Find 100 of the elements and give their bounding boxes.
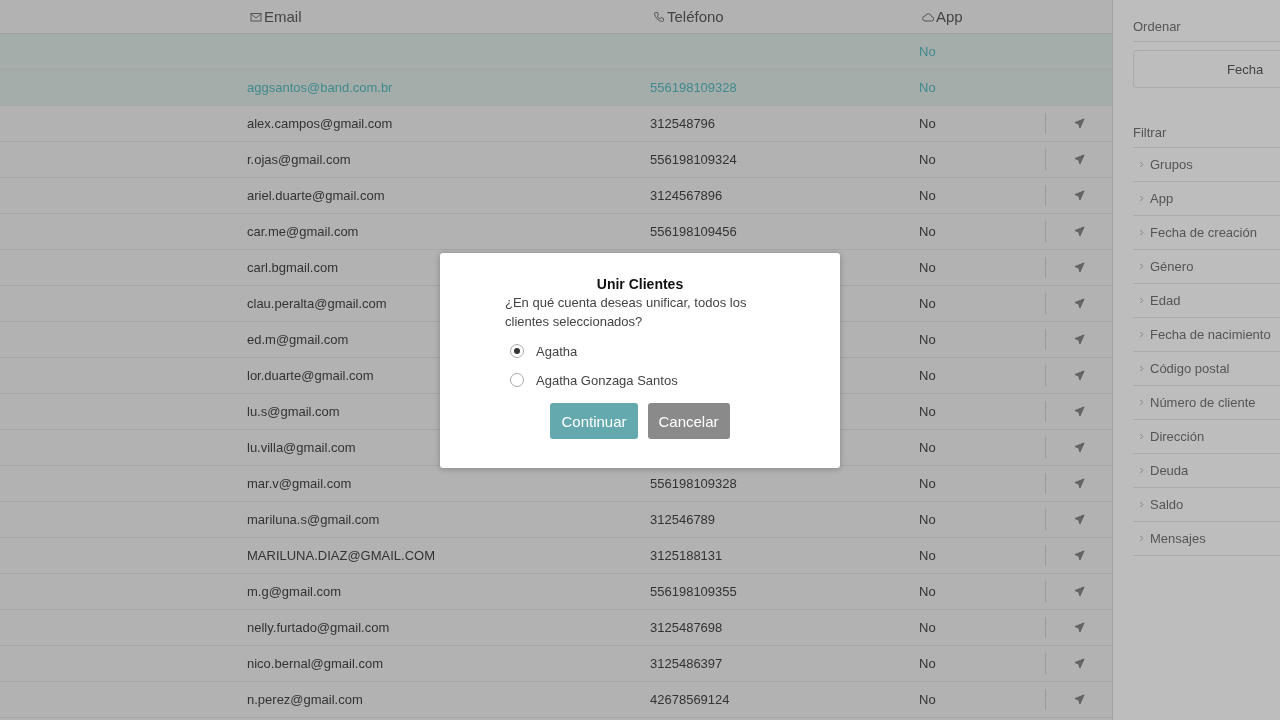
phone-cell: 556198109328 <box>650 476 737 491</box>
send-icon[interactable] <box>1073 226 1085 237</box>
send-icon[interactable] <box>1073 406 1085 417</box>
app-cell: No <box>919 296 936 311</box>
email-cell: m.g@gmail.com <box>247 584 342 599</box>
send-icon[interactable] <box>1073 658 1085 669</box>
filter-item[interactable]: Saldo <box>1150 497 1184 512</box>
dialog-message: ¿En qué cuenta deseas unificar, todos los clientes seleccionados? <box>505 294 748 331</box>
table-row[interactable]: MARILUNA.DIAZ@GMAIL.COM 3125188131 No <box>0 538 1112 574</box>
email-cell: mariluna.s@gmail.com <box>247 512 380 527</box>
table-row[interactable]: r.ojas@gmail.com 556198109324 No <box>0 142 1112 178</box>
chevron-right-icon <box>1139 535 1144 542</box>
app-cell: No <box>919 44 936 59</box>
chevron-right-icon <box>1139 195 1144 202</box>
filter-item[interactable]: App <box>1150 191 1174 206</box>
email-cell: MARILUNA.DIAZ@GMAIL.COM <box>247 548 435 563</box>
email-cell: carl.bgmail.com <box>247 260 339 275</box>
chevron-right-icon <box>1139 467 1144 474</box>
send-icon[interactable] <box>1073 694 1085 705</box>
chevron-right-icon <box>1139 365 1144 372</box>
cloud-icon <box>922 10 934 23</box>
filter-item[interactable]: Fecha de nacimiento <box>1150 327 1271 342</box>
email-cell: alex.campos@gmail.com <box>247 116 393 131</box>
send-icon[interactable] <box>1073 370 1085 381</box>
filter-item[interactable]: Edad <box>1150 293 1181 308</box>
app-cell: No <box>919 368 936 383</box>
table-row[interactable]: nelly.furtado@gmail.com 3125487698 No <box>0 610 1112 646</box>
phone-cell: 556198109456 <box>650 224 737 239</box>
send-icon[interactable] <box>1073 334 1085 345</box>
table-row[interactable]: m.g@gmail.com 556198109355 No <box>0 574 1112 610</box>
phone-cell: 556198109328 <box>650 80 737 95</box>
table-row[interactable]: n.perez@gmail.com 42678569124 No <box>0 682 1112 718</box>
app-cell: No <box>919 152 936 167</box>
chevron-right-icon <box>1139 399 1144 406</box>
sort-dropdown[interactable]: Fecha <box>1133 50 1280 88</box>
filter-title: Filtrar <box>1133 88 1280 148</box>
send-icon[interactable] <box>1073 478 1085 489</box>
app-cell: No <box>919 620 936 635</box>
app-cell: No <box>919 188 936 203</box>
phone-cell: 3125486397 <box>650 656 723 671</box>
filter-item[interactable]: Número de cliente <box>1150 395 1256 410</box>
app-cell: No <box>919 440 936 455</box>
filter-item[interactable]: Mensajes <box>1150 531 1206 546</box>
email-cell: aggsantos@band.com.br <box>247 80 393 95</box>
column-header[interactable]: Teléfono <box>653 0 919 33</box>
email-cell: clau.peralta@gmail.com <box>247 296 387 311</box>
table-row[interactable]: mariluna.s@gmail.com 312546789 No <box>0 502 1112 538</box>
phone-cell: 556198109355 <box>650 584 737 599</box>
table-row[interactable]: alex.campos@gmail.com 312548796 No <box>0 106 1112 142</box>
app-cell: No <box>919 116 936 131</box>
mail-icon <box>250 10 262 23</box>
app-cell: No <box>919 404 936 419</box>
filter-item[interactable]: Género <box>1150 259 1194 274</box>
table-row[interactable]: ariel.duarte@gmail.com 3124567896 No <box>0 178 1112 214</box>
email-cell: ariel.duarte@gmail.com <box>247 188 385 203</box>
email-cell: r.ojas@gmail.com <box>247 152 351 167</box>
radio-label[interactable]: Agatha <box>536 343 578 359</box>
send-icon[interactable] <box>1073 442 1085 453</box>
send-icon[interactable] <box>1073 118 1085 129</box>
table-row[interactable]: nico.bernal@gmail.com 3125486397 No <box>0 646 1112 682</box>
filter-item[interactable]: Fecha de creación <box>1150 225 1257 240</box>
app-cell: No <box>919 656 936 671</box>
send-icon[interactable] <box>1073 514 1085 525</box>
app-cell: No <box>919 224 936 239</box>
continue-button[interactable]: Continuar <box>550 403 638 439</box>
filter-item[interactable]: Grupos <box>1150 157 1193 172</box>
email-cell: lu.villa@gmail.com <box>247 440 356 455</box>
email-cell: n.perez@gmail.com <box>247 692 363 707</box>
email-cell: nico.bernal@gmail.com <box>247 656 384 671</box>
send-icon[interactable] <box>1073 586 1085 597</box>
chevron-right-icon <box>1139 297 1144 304</box>
column-header[interactable]: Email <box>250 0 650 33</box>
radio-label[interactable]: Agatha Gonzaga Santos <box>536 372 678 388</box>
filter-item[interactable]: Deuda <box>1150 463 1189 478</box>
send-icon[interactable] <box>1073 622 1085 633</box>
app-cell: No <box>919 548 936 563</box>
app-cell: No <box>919 512 936 527</box>
app-cell: No <box>919 332 936 347</box>
filter-item[interactable]: Código postal <box>1150 361 1230 376</box>
sort-title: Ordenar <box>1133 0 1280 42</box>
send-icon[interactable] <box>1073 550 1085 561</box>
send-icon[interactable] <box>1073 154 1085 165</box>
filter-item[interactable]: Dirección <box>1150 429 1205 444</box>
send-icon[interactable] <box>1073 190 1085 201</box>
email-cell: car.me@gmail.com <box>247 224 359 239</box>
column-header[interactable]: App <box>922 0 1045 33</box>
email-cell: nelly.furtado@gmail.com <box>247 620 390 635</box>
chevron-right-icon <box>1139 331 1144 338</box>
email-cell: lu.s@gmail.com <box>247 404 340 419</box>
send-icon[interactable] <box>1073 298 1085 309</box>
send-icon[interactable] <box>1073 262 1085 273</box>
phone-cell: 312546789 <box>650 512 716 527</box>
app-cell: No <box>919 80 936 95</box>
phone-cell: 3124567896 <box>650 188 723 203</box>
chevron-right-icon <box>1139 501 1144 508</box>
phone-cell: 42678569124 <box>650 692 730 707</box>
phone-cell: 556198109324 <box>650 152 737 167</box>
phone-cell: 3125487698 <box>650 620 723 635</box>
table-row[interactable]: car.me@gmail.com 556198109456 No <box>0 214 1112 250</box>
cancel-button[interactable]: Cancelar <box>647 403 730 439</box>
